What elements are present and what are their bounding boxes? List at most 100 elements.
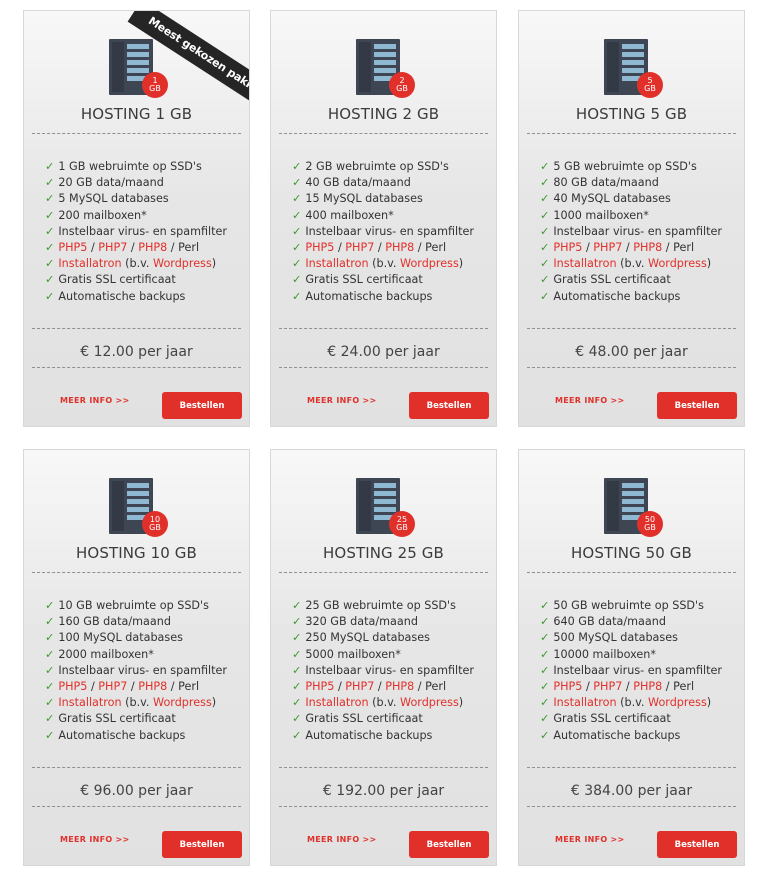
php-version-link[interactable]: PHP7 [345,241,374,254]
check-icon: ✓ [540,728,550,742]
separator: / [334,680,346,694]
perl-label: Perl [673,241,695,255]
order-button[interactable]: Bestellen [657,831,737,858]
wordpress-link[interactable]: Wordpress [400,696,459,709]
more-info-link[interactable]: MEER INFO >> [60,396,130,405]
feature-item-php: ✓ PHP5 / PHP7 / PHP8 / Perl [45,240,227,256]
installatron-link[interactable]: Installatron [553,696,616,709]
plan-price: € 48.00 per jaar [575,344,688,360]
divider [32,367,241,368]
installatron-link[interactable]: Installatron [553,257,616,270]
check-icon: ✓ [292,631,302,645]
installatron-note-end: ) [706,696,712,710]
feature-text: Gratis SSL certificaat [553,712,671,726]
php-version-link[interactable]: PHP8 [385,680,414,693]
feature-text: 5000 mailboxen* [305,647,401,661]
order-button[interactable]: Bestellen [162,392,242,419]
feature-item-installatron: ✓ Installatron (b.v. Wordpress) [45,256,227,272]
check-icon: ✓ [540,192,550,206]
size-badge: 50 GB [637,511,663,537]
feature-text: 40 GB data/maand [305,176,411,190]
php-version-link[interactable]: PHP5 [58,680,87,693]
order-button[interactable]: Bestellen [409,392,489,419]
feature-text: 320 GB data/maand [305,615,418,629]
more-info-link[interactable]: MEER INFO >> [307,396,377,405]
installatron-link[interactable]: Installatron [58,257,121,270]
check-icon: ✓ [292,712,302,726]
php-version-link[interactable]: PHP5 [305,241,334,254]
wordpress-link[interactable]: Wordpress [400,257,459,270]
perl-label: Perl [673,680,695,694]
feature-item: ✓ 50 GB webruimte op SSD's [540,598,722,614]
check-icon: ✓ [45,615,55,629]
feature-text: 80 GB data/maand [553,176,659,190]
php-version-link[interactable]: PHP8 [138,680,167,693]
check-icon: ✓ [292,176,302,190]
divider [527,328,736,329]
installatron-link[interactable]: Installatron [305,696,368,709]
check-icon: ✓ [292,728,302,742]
feature-text: 40 MySQL databases [553,192,671,206]
php-version-link[interactable]: PHP8 [138,241,167,254]
feature-item: ✓ 25 GB webruimte op SSD's [292,598,474,614]
php-version-link[interactable]: PHP5 [553,241,582,254]
more-info-link[interactable]: MEER INFO >> [555,396,625,405]
feature-text: Gratis SSL certificaat [305,712,423,726]
feature-text: Instelbaar virus- en spamfilter [58,224,228,238]
php-version-link[interactable]: PHP7 [345,680,374,693]
feature-item: ✓ 2 GB webruimte op SSD's [292,159,474,175]
feature-list: ✓ 25 GB webruimte op SSD's ✓ 320 GB data/ma… [292,598,474,744]
order-button[interactable]: Bestellen [162,831,242,858]
php-version-link[interactable]: PHP5 [553,680,582,693]
php-version-link[interactable]: PHP5 [58,241,87,254]
php-version-link[interactable]: PHP5 [305,680,334,693]
separator: / [127,680,139,694]
check-icon: ✓ [540,257,550,271]
more-info-link[interactable]: MEER INFO >> [60,835,130,844]
php-version-link[interactable]: PHP7 [98,680,127,693]
badge-unit: GB [644,523,656,532]
server-icon: 1 GB [109,39,169,99]
feature-item: ✓ 2000 mailboxen* [45,647,227,663]
feature-list: ✓ 10 GB webruimte op SSD's ✓ 160 GB data/ma… [45,598,227,744]
separator: / [334,241,346,255]
more-info-link[interactable]: MEER INFO >> [307,835,377,844]
feature-item-installatron: ✓ Installatron (b.v. Wordpress) [540,256,722,272]
check-icon: ✓ [540,289,550,303]
plan-price: € 24.00 per jaar [327,344,440,360]
feature-text: 50 GB webruimte op SSD's [553,599,704,612]
installatron-link[interactable]: Installatron [305,257,368,270]
feature-item: ✓ Instelbaar virus- en spamfilter [292,663,474,679]
more-info-link[interactable]: MEER INFO >> [555,835,625,844]
feature-item: ✓ Gratis SSL certificaat [45,711,227,727]
feature-text: 15 MySQL databases [305,192,423,206]
check-icon: ✓ [45,257,55,271]
check-icon: ✓ [292,615,302,629]
order-button[interactable]: Bestellen [657,392,737,419]
php-version-link[interactable]: PHP7 [98,241,127,254]
wordpress-link[interactable]: Wordpress [153,257,212,270]
feature-item: ✓ Gratis SSL certificaat [292,272,474,288]
feature-item: ✓ Gratis SSL certificaat [540,711,722,727]
order-button[interactable]: Bestellen [409,831,489,858]
wordpress-link[interactable]: Wordpress [648,257,707,270]
feature-item: ✓ 10 GB webruimte op SSD's [45,598,227,614]
php-version-link[interactable]: PHP7 [593,680,622,693]
php-version-link[interactable]: PHP8 [385,241,414,254]
feature-item: ✓ 40 GB data/maand [292,175,474,191]
php-version-link[interactable]: PHP7 [593,241,622,254]
feature-item: ✓ Automatische backups [292,728,474,744]
check-icon: ✓ [540,631,550,645]
feature-list: ✓ 5 GB webruimte op SSD's ✓ 80 GB data/maan… [540,159,722,305]
wordpress-link[interactable]: Wordpress [648,696,707,709]
check-icon: ✓ [45,176,55,190]
wordpress-link[interactable]: Wordpress [153,696,212,709]
size-badge: 1 GB [142,72,168,98]
php-version-link[interactable]: PHP8 [633,680,662,693]
installatron-link[interactable]: Installatron [58,696,121,709]
divider [279,806,488,807]
feature-item: ✓ 200 mailboxen* [45,208,227,224]
php-version-link[interactable]: PHP8 [633,241,662,254]
plan-price: € 12.00 per jaar [80,344,193,360]
plan-price: € 96.00 per jaar [80,783,193,799]
